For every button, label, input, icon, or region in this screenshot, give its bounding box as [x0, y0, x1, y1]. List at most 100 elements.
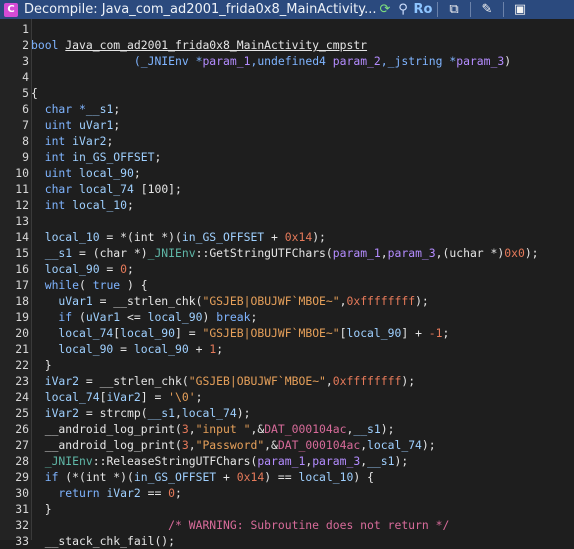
line-number: 19: [15, 310, 29, 324]
code-token: "GSJEB|OBUJWF`MBOE~": [202, 326, 340, 340]
code-text[interactable]: (_JNIEnv *param_1,undefined4 param_2,_js…: [31, 53, 511, 69]
code-line[interactable]: 15 __s1 = (char *)_JNIEnv::GetStringUTFC…: [0, 245, 574, 261]
code-text[interactable]: }: [31, 501, 52, 517]
line-number: 12: [15, 198, 29, 212]
code-text[interactable]: local_10 = *(int *)(in_GS_OFFSET + 0x14)…: [31, 229, 326, 245]
code-text[interactable]: if (uVar1 <= local_90) break;: [31, 309, 257, 325]
code-line[interactable]: 28 _JNIEnv::ReleaseStringUTFChars(param_…: [0, 453, 574, 469]
code-line[interactable]: 31 }: [0, 501, 574, 517]
line-number: 16: [15, 262, 29, 276]
code-token: param_1: [332, 246, 381, 260]
code-text[interactable]: int local_10;: [31, 197, 134, 213]
code-text[interactable]: uVar1 = __strlen_chk("GSJEB|OBUJWF`MBOE~…: [31, 293, 428, 309]
code-token: ==: [140, 486, 169, 500]
code-token: 3: [181, 422, 189, 436]
code-editor[interactable]: 1 2 bool Java_com_ad2001_frida0x8_MainActi…: [0, 19, 574, 548]
code-line[interactable]: 26 __android_log_print(3,"input ",&DAT_0…: [0, 421, 574, 437]
code-text[interactable]: return iVar2 == 0;: [31, 485, 181, 501]
code-line[interactable]: 2 bool Java_com_ad2001_frida0x8_MainActiv…: [0, 37, 574, 53]
code-line[interactable]: 8 int iVar2;: [0, 133, 574, 149]
line-number: 25: [15, 406, 29, 420]
code-token: ,(uchar *): [435, 246, 505, 260]
code-line[interactable]: 27 __android_log_print(3,"Password",&DAT…: [0, 437, 574, 453]
code-line[interactable]: 17 while( true ) {: [0, 277, 574, 293]
code-line[interactable]: 33 __stack_chk_fail();: [0, 533, 574, 549]
code-line[interactable]: 20 local_74[local_90] = "GSJEB|OBUJWF`MB…: [0, 325, 574, 341]
code-text[interactable]: __stack_chk_fail();: [31, 533, 175, 549]
line-number: 10: [15, 166, 29, 180]
code-token: if: [31, 470, 59, 484]
code-line[interactable]: 1: [0, 21, 574, 37]
code-line[interactable]: 32 /* WARNING: Subroutine does not retur…: [0, 517, 574, 533]
code-token: ) {: [353, 470, 374, 484]
code-text[interactable]: while( true ) {: [31, 277, 148, 293]
line-number: 24: [15, 390, 29, 404]
code-token: ,_jstring *: [380, 54, 457, 68]
code-text[interactable]: __s1 = (char *)_JNIEnv::GetStringUTFChar…: [31, 245, 539, 261]
code-token: }: [31, 358, 52, 372]
line-number: 28: [15, 454, 29, 468]
code-line[interactable]: 10 uint local_90;: [0, 165, 574, 181]
copy-icon[interactable]: ⧉: [441, 0, 467, 19]
code-line[interactable]: 7 uint uVar1;: [0, 117, 574, 133]
code-text[interactable]: __android_log_print(3,"input ",&DAT_0001…: [31, 421, 395, 437]
refresh-icon[interactable]: ⟳: [376, 0, 394, 19]
code-line[interactable]: 24 local_74[iVar2] = '\0';: [0, 389, 574, 405]
snapshot-icon[interactable]: ▣: [507, 0, 533, 19]
code-token: local_74: [31, 326, 114, 340]
code-line[interactable]: 29 if (*(int *)(in_GS_OFFSET + 0x14) == …: [0, 469, 574, 485]
code-line[interactable]: 5{: [0, 85, 574, 101]
code-line[interactable]: 11 char local_74 [100];: [0, 181, 574, 197]
code-line[interactable]: 23 iVar2 = __strlen_chk("GSJEB|OBUJWF`MB…: [0, 373, 574, 389]
code-text[interactable]: iVar2 = strcmp(__s1,local_74);: [31, 405, 251, 421]
code-text[interactable]: _JNIEnv::ReleaseStringUTFChars(param_1,p…: [31, 453, 409, 469]
code-text[interactable]: local_90 = 0;: [31, 261, 134, 277]
code-text[interactable]: int iVar2;: [31, 133, 114, 149]
code-line[interactable]: 16 local_90 = 0;: [0, 261, 574, 277]
code-line[interactable]: 12 int local_10;: [0, 197, 574, 213]
code-text[interactable]: uint uVar1;: [31, 117, 120, 133]
code-text[interactable]: char local_74 [100];: [31, 181, 182, 197]
code-token: ] =: [175, 326, 203, 340]
code-text[interactable]: iVar2 = __strlen_chk("GSJEB|OBUJWF`MBOE~…: [31, 373, 415, 389]
code-text[interactable]: local_74[iVar2] = '\0';: [31, 389, 203, 405]
code-line[interactable]: 14 local_10 = *(int *)(in_GS_OFFSET + 0x…: [0, 229, 574, 245]
code-token: uint: [31, 166, 80, 180]
code-token: +: [264, 230, 285, 244]
code-token: param_3: [387, 246, 436, 260]
code-text[interactable]: }: [31, 357, 52, 373]
code-line[interactable]: 6 char *__s1;: [0, 101, 574, 117]
code-line[interactable]: 19 if (uVar1 <= local_90) break;: [0, 309, 574, 325]
code-line[interactable]: 3 (_JNIEnv *param_1,undefined4 param_2,_…: [0, 53, 574, 69]
code-text[interactable]: uint local_90;: [31, 165, 141, 181]
line-number: 22: [15, 358, 29, 372]
code-text[interactable]: local_90 = local_90 + 1;: [31, 341, 223, 357]
code-token: DAT_000104ac: [264, 422, 347, 436]
code-token: ::ReleaseStringUTFChars(: [92, 454, 258, 468]
read-only-toggle[interactable]: Ro: [412, 0, 434, 19]
code-text[interactable]: /* WARNING: Subroutine does not return *…: [31, 517, 449, 533]
code-line[interactable]: 25 iVar2 = strcmp(__s1,local_74);: [0, 405, 574, 421]
code-token: -1: [428, 326, 443, 340]
code-line[interactable]: 21 local_90 = local_90 + 1;: [0, 341, 574, 357]
code-token: = strcmp(: [79, 406, 148, 420]
code-token: ,: [175, 406, 182, 420]
code-text[interactable]: char *__s1;: [31, 101, 120, 117]
code-token: local_90: [133, 342, 189, 356]
code-token: (_JNIEnv *: [31, 54, 203, 68]
code-text[interactable]: int in_GS_OFFSET;: [31, 149, 162, 165]
code-text[interactable]: __android_log_print(3,"Password",&DAT_00…: [31, 437, 436, 453]
code-line[interactable]: 22 }: [0, 357, 574, 373]
graph-icon[interactable]: ⚲: [394, 0, 412, 19]
code-line[interactable]: 30 return iVar2 == 0;: [0, 485, 574, 501]
edit-icon[interactable]: ✎: [474, 0, 500, 19]
code-token: ;: [127, 198, 134, 212]
code-text[interactable]: bool Java_com_ad2001_frida0x8_MainActivi…: [31, 37, 367, 53]
code-line[interactable]: 4: [0, 69, 574, 85]
code-line[interactable]: 13: [0, 213, 574, 229]
code-text[interactable]: {: [31, 85, 38, 101]
code-line[interactable]: 18 uVar1 = __strlen_chk("GSJEB|OBUJWF`MB…: [0, 293, 574, 309]
code-text[interactable]: if (*(int *)(in_GS_OFFSET + 0x14) == loc…: [31, 469, 374, 485]
code-line[interactable]: 9 int in_GS_OFFSET;: [0, 149, 574, 165]
code-text[interactable]: local_74[local_90] = "GSJEB|OBUJWF`MBOE~…: [31, 325, 449, 341]
